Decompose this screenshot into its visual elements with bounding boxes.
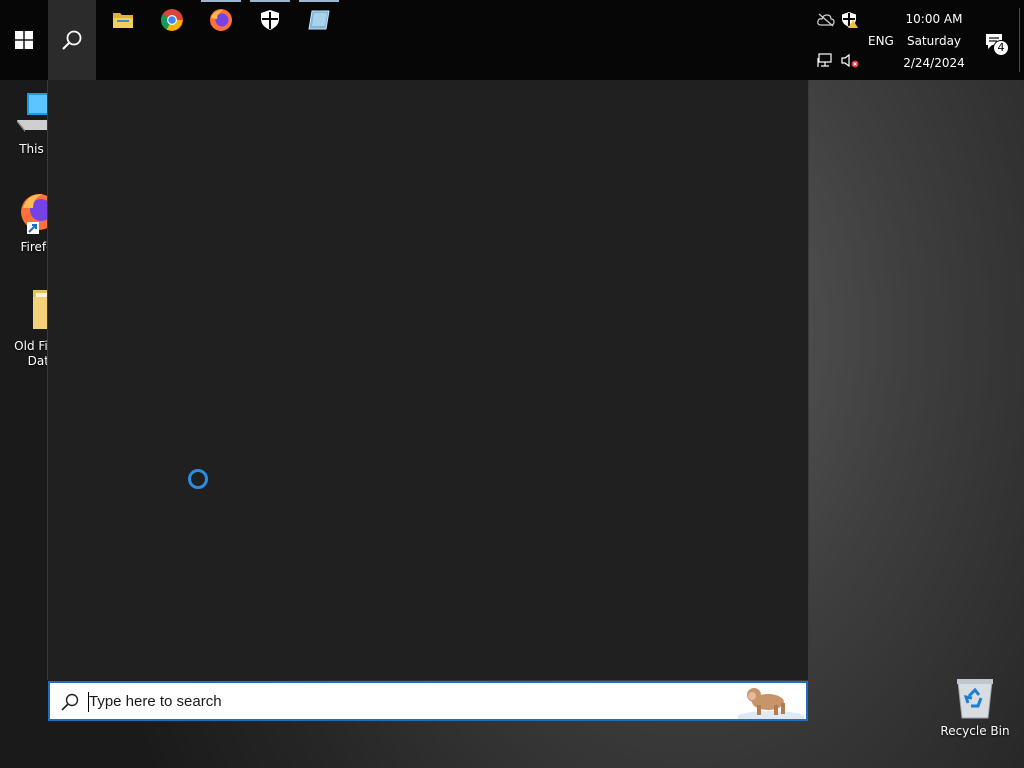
search-box[interactable]: Type here to search xyxy=(48,681,808,723)
cloud-offline-icon[interactable] xyxy=(816,10,836,30)
running-indicator xyxy=(299,0,339,2)
language-indicator[interactable]: ENG xyxy=(868,34,894,48)
taskbar-app-chrome[interactable] xyxy=(150,0,194,40)
running-indicator xyxy=(250,0,290,2)
windows-logo-icon xyxy=(15,31,33,49)
search-input[interactable]: Type here to search xyxy=(89,693,222,710)
firefox-icon xyxy=(210,9,232,31)
taskbar-app-file-explorer[interactable] xyxy=(101,0,145,40)
running-indicator xyxy=(201,0,241,2)
start-button[interactable] xyxy=(0,0,48,80)
taskbar-app-windows-security[interactable] xyxy=(248,0,292,40)
taskbar: ENG 10:00 AM Saturday 2/24/2024 4 xyxy=(0,0,1024,80)
volume-muted-icon[interactable] xyxy=(840,51,860,71)
recycle-bin-icon xyxy=(954,676,996,720)
search-icon xyxy=(62,30,82,50)
clock-time[interactable]: 10:00 AM xyxy=(894,12,974,26)
clock-day[interactable]: Saturday xyxy=(894,34,974,48)
shield-icon xyxy=(261,10,279,30)
taskbar-search-button[interactable] xyxy=(48,0,96,80)
desktop: This P Firefo Old Fire Data Recycle Bin … xyxy=(0,0,1024,768)
notification-count-badge: 4 xyxy=(993,40,1009,56)
folder-icon xyxy=(113,13,133,28)
loading-spinner-icon xyxy=(188,469,208,489)
chrome-icon xyxy=(161,9,183,31)
search-icon xyxy=(60,692,80,712)
notification-count: 4 xyxy=(997,41,1005,54)
app-icon xyxy=(308,10,330,30)
show-desktop-button[interactable] xyxy=(1019,8,1020,72)
security-warning-icon[interactable] xyxy=(840,10,860,30)
clock-date[interactable]: 2/24/2024 xyxy=(894,56,974,70)
action-center-button[interactable]: 4 xyxy=(982,30,1009,56)
taskbar-app-settings[interactable] xyxy=(297,0,341,40)
search-flyout-panel xyxy=(47,80,809,680)
recycle-bin-label: Recycle Bin xyxy=(940,724,1010,738)
taskbar-app-firefox[interactable] xyxy=(199,0,243,40)
search-highlight-image xyxy=(737,683,805,723)
network-icon[interactable] xyxy=(816,51,836,71)
desktop-icon-recycle-bin[interactable]: Recycle Bin xyxy=(938,676,1012,739)
